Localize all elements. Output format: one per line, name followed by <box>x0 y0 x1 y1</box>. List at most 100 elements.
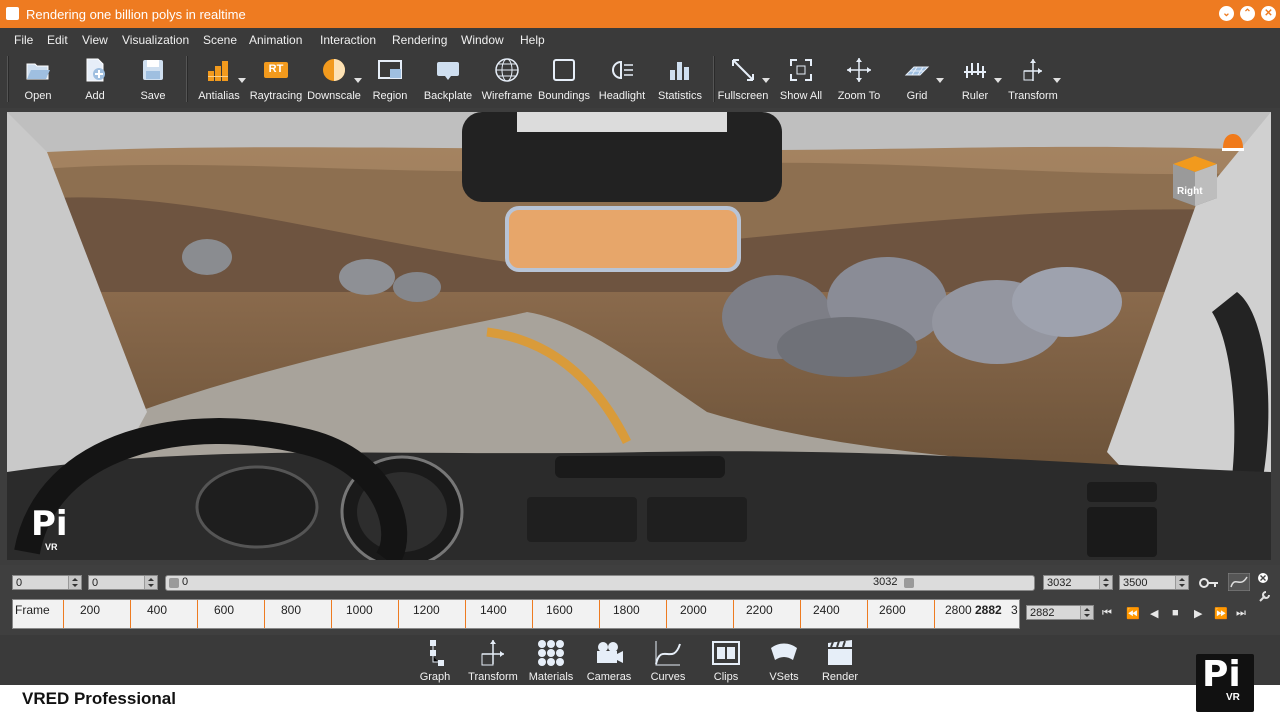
dock-vsets-button[interactable]: VSets <box>762 637 806 685</box>
dock-materials-button[interactable]: Materials <box>526 637 576 685</box>
region-button[interactable]: Region <box>364 54 416 106</box>
spin-arrows-icon[interactable] <box>68 576 81 589</box>
current-frame-spinbox[interactable]: 2882 <box>1026 605 1094 620</box>
grid-button[interactable]: Grid <box>890 54 944 106</box>
transform-dropdown-arrow[interactable] <box>1053 78 1061 83</box>
statistics-button[interactable]: Statistics <box>652 54 708 106</box>
start-range-spinbox[interactable]: 0 <box>88 575 158 590</box>
range-slider[interactable]: 0 3032 <box>165 575 1035 591</box>
timeline-tail-label: 3 <box>1011 603 1018 617</box>
scene-graph-icon <box>430 640 444 666</box>
start-frame-spinbox[interactable]: 0 <box>12 575 82 590</box>
timeline-tick-label: 1200 <box>413 603 440 617</box>
statistics-icon <box>670 62 689 80</box>
fullscreen-dropdown-arrow[interactable] <box>762 78 770 83</box>
transform-icon <box>481 640 504 666</box>
render-viewport[interactable]: Right Pi VR <box>7 112 1271 560</box>
spin-arrows-icon[interactable] <box>144 576 157 589</box>
timeline-tick <box>800 600 801 628</box>
dock-graph-button[interactable]: Graph <box>414 637 456 685</box>
headlight-button[interactable]: Headlight <box>594 54 650 106</box>
menu-visualization[interactable]: Visualization <box>122 33 189 47</box>
menu-animation[interactable]: Animation <box>249 33 302 47</box>
backplate-button[interactable]: Backplate <box>420 54 476 106</box>
timeline-tick-label: 1000 <box>346 603 373 617</box>
timeline-tick <box>733 600 734 628</box>
wrench-icon[interactable] <box>1258 591 1270 603</box>
menu-rendering[interactable]: Rendering <box>392 33 447 47</box>
folder-open-icon <box>26 63 50 80</box>
main-toolbar: Open Add Save Antialias RT Raytracing Do… <box>0 52 1280 108</box>
timeline-tick-label: 2200 <box>746 603 773 617</box>
home-icon[interactable] <box>1220 130 1246 152</box>
boundings-button[interactable]: Boundings <box>536 54 592 106</box>
orientation-cube-label: Right <box>1177 186 1203 197</box>
downscale-button[interactable]: Downscale <box>306 54 362 106</box>
grid-dropdown-arrow[interactable] <box>936 78 944 83</box>
timeline-tick <box>934 600 935 628</box>
orientation-cube[interactable]: Right <box>1167 152 1221 210</box>
range-end-handle[interactable] <box>904 578 914 588</box>
dock-curves-button[interactable]: Curves <box>646 637 690 685</box>
menu-interaction[interactable]: Interaction <box>320 33 376 47</box>
spin-arrows-icon[interactable] <box>1099 576 1112 589</box>
menu-scene[interactable]: Scene <box>203 33 237 47</box>
menu-file[interactable]: File <box>14 33 33 47</box>
menu-view[interactable]: View <box>82 33 108 47</box>
open-button[interactable]: Open <box>12 54 64 106</box>
add-file-icon <box>86 58 105 82</box>
timeline-tick-label: 400 <box>147 603 168 617</box>
headlight-icon <box>612 60 633 80</box>
dock-render-button[interactable]: Render <box>818 637 862 685</box>
key-icon[interactable] <box>1198 575 1220 591</box>
next-key-icon[interactable]: ⏩ <box>1214 607 1228 620</box>
previous-key-icon[interactable]: ⏪ <box>1126 607 1140 620</box>
fullscreen-button[interactable]: Fullscreen <box>716 54 770 106</box>
transform-icon <box>1023 59 1042 81</box>
go-to-start-icon[interactable]: ⏮ <box>1102 607 1112 620</box>
backplate-icon <box>437 62 459 80</box>
curves-icon <box>655 641 681 666</box>
menu-window[interactable]: Window <box>461 33 504 47</box>
ruler-dropdown-arrow[interactable] <box>994 78 1002 83</box>
ruler-icon <box>964 63 986 78</box>
dock-transform-button[interactable]: Transform <box>466 637 520 685</box>
range-start-handle[interactable] <box>169 578 179 588</box>
wireframe-button[interactable]: Wireframe <box>479 54 535 106</box>
ruler-button[interactable]: Ruler <box>948 54 1002 106</box>
dock-clips-button[interactable]: Clips <box>704 637 748 685</box>
clapperboard-icon <box>828 640 852 665</box>
play-backward-icon[interactable]: ◀ <box>1150 607 1158 620</box>
go-to-end-icon[interactable]: ⏭ <box>1236 607 1246 620</box>
maximize-button[interactable]: ⌃ <box>1240 6 1255 21</box>
close-panel-icon[interactable] <box>1257 572 1269 584</box>
brand-name: VRED Professional <box>22 689 176 708</box>
downscale-dropdown-arrow[interactable] <box>354 78 362 83</box>
spin-arrows-icon[interactable] <box>1175 576 1188 589</box>
menu-edit[interactable]: Edit <box>47 33 68 47</box>
play-forward-icon[interactable]: ▶ <box>1194 607 1202 620</box>
antialias-button[interactable]: Antialias <box>192 54 246 106</box>
timeline-frame-label: Frame <box>15 603 50 617</box>
downscale-icon <box>323 59 345 81</box>
add-button[interactable]: Add <box>69 54 121 106</box>
stop-icon[interactable]: ■ <box>1172 607 1179 619</box>
menu-help[interactable]: Help <box>520 33 545 47</box>
close-button[interactable]: ✕ <box>1261 6 1276 21</box>
spin-arrows-icon[interactable] <box>1080 606 1093 619</box>
dock-cameras-button[interactable]: Cameras <box>586 637 632 685</box>
end-range-spinbox[interactable]: 3032 <box>1043 575 1113 590</box>
transform-button[interactable]: Transform <box>1005 54 1061 106</box>
frame-timeline[interactable]: Frame 200 400 600 800 1000 1200 1400 160… <box>12 599 1020 629</box>
timeline-tick-label: 800 <box>281 603 302 617</box>
zoom-to-button[interactable]: Zoom To <box>832 54 886 106</box>
curve-editor-icon[interactable] <box>1228 573 1250 591</box>
show-all-button[interactable]: Show All <box>774 54 828 106</box>
raytracing-badge: RT <box>268 63 284 75</box>
orientation-cube-icon <box>1173 156 1217 206</box>
end-frame-spinbox[interactable]: 3500 <box>1119 575 1189 590</box>
antialias-dropdown-arrow[interactable] <box>238 78 246 83</box>
minimize-button[interactable]: ⌄ <box>1219 6 1234 21</box>
raytracing-button[interactable]: RT Raytracing <box>248 54 304 106</box>
save-button[interactable]: Save <box>127 54 179 106</box>
